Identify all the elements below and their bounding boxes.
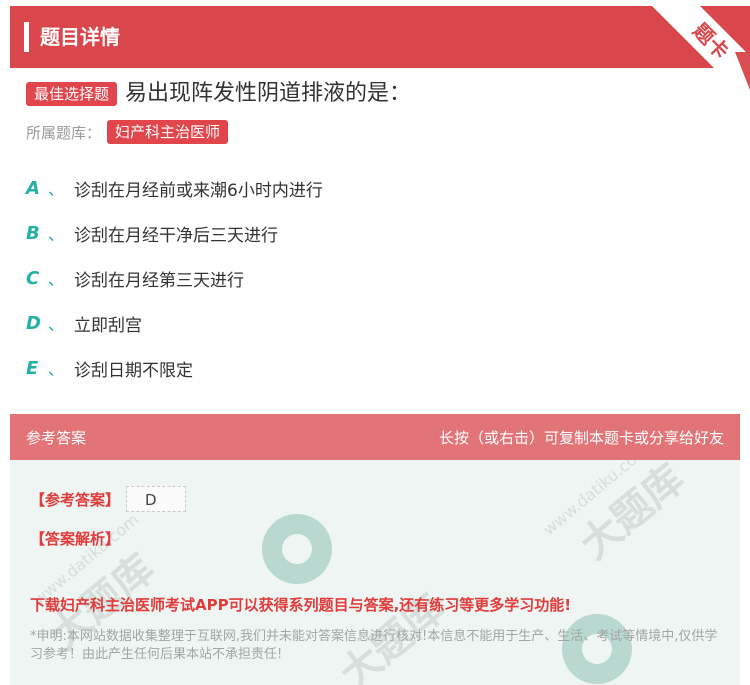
reference-answer: 【参考答案】 D: [30, 486, 187, 512]
answer-section-title: 参考答案: [26, 429, 87, 447]
watermark-icon: 大题库: [571, 460, 694, 569]
option-text: 立即刮宫: [74, 315, 143, 336]
option-separator: 、: [48, 180, 65, 199]
app-download-promo[interactable]: 下载妇产科主治医师考试APP可以获得系列题目与答案,还有练习等更多学习功能!: [30, 594, 571, 615]
reference-answer-value: D: [126, 486, 187, 512]
option-letter: A: [26, 177, 40, 199]
watermark-logo-icon: [262, 514, 332, 584]
page-title: 题目详情: [40, 25, 120, 49]
answer-analysis-label: 【答案解析】: [30, 530, 121, 548]
bank-label: 所属题库：: [26, 123, 102, 142]
option-d[interactable]: D 、 立即刮宫: [26, 310, 142, 336]
option-text: 诊刮在月经干净后三天进行: [74, 225, 279, 246]
answer-body: 大题库 大题库 大题库 www.datiku.com www.datiku.co…: [10, 460, 740, 685]
option-e[interactable]: E 、 诊刮日期不限定: [26, 355, 193, 381]
reference-answer-label: 【参考答案】: [30, 490, 121, 509]
bank-tag[interactable]: 妇产科主治医师: [107, 120, 229, 144]
question-bank: 所属题库： 妇产科主治医师: [26, 120, 229, 144]
question-line: 最佳选择题 易出现阵发性阴道排液的是：: [26, 80, 411, 108]
question-text: 易出现阵发性阴道排液的是：: [125, 81, 412, 106]
option-text: 诊刮日期不限定: [74, 360, 194, 381]
option-a[interactable]: A 、 诊刮在月经前或来潮6小时内进行: [26, 175, 323, 201]
ribbon-label: 题卡: [688, 18, 734, 64]
option-c[interactable]: C 、 诊刮在月经第三天进行: [26, 265, 244, 291]
ribbon-fold: [735, 52, 750, 90]
page-header: 题目详情 题卡: [10, 6, 750, 68]
option-letter: D: [26, 312, 41, 334]
option-letter: B: [26, 222, 40, 244]
option-text: 诊刮在月经第三天进行: [74, 270, 245, 291]
header-accent-bar: [24, 22, 29, 52]
option-separator: 、: [48, 225, 65, 244]
copy-share-hint: 长按（或右击）可复制本题卡或分享给好友: [438, 429, 724, 447]
option-b[interactable]: B 、 诊刮在月经干净后三天进行: [26, 220, 278, 246]
question-type-tag: 最佳选择题: [26, 82, 118, 106]
disclaimer-text: *申明:本网站数据收集整理于互联网,我们并未能对答案信息进行核对!本信息不能用于…: [30, 629, 718, 662]
option-separator: 、: [48, 315, 65, 334]
option-separator: 、: [48, 270, 65, 289]
corner-ribbon: 题卡: [638, 6, 750, 68]
answer-header: 参考答案 长按（或右击）可复制本题卡或分享给好友: [10, 414, 740, 460]
option-letter: E: [26, 357, 39, 379]
option-separator: 、: [48, 360, 65, 379]
option-text: 诊刮在月经前或来潮6小时内进行: [74, 180, 323, 201]
option-letter: C: [26, 267, 40, 289]
